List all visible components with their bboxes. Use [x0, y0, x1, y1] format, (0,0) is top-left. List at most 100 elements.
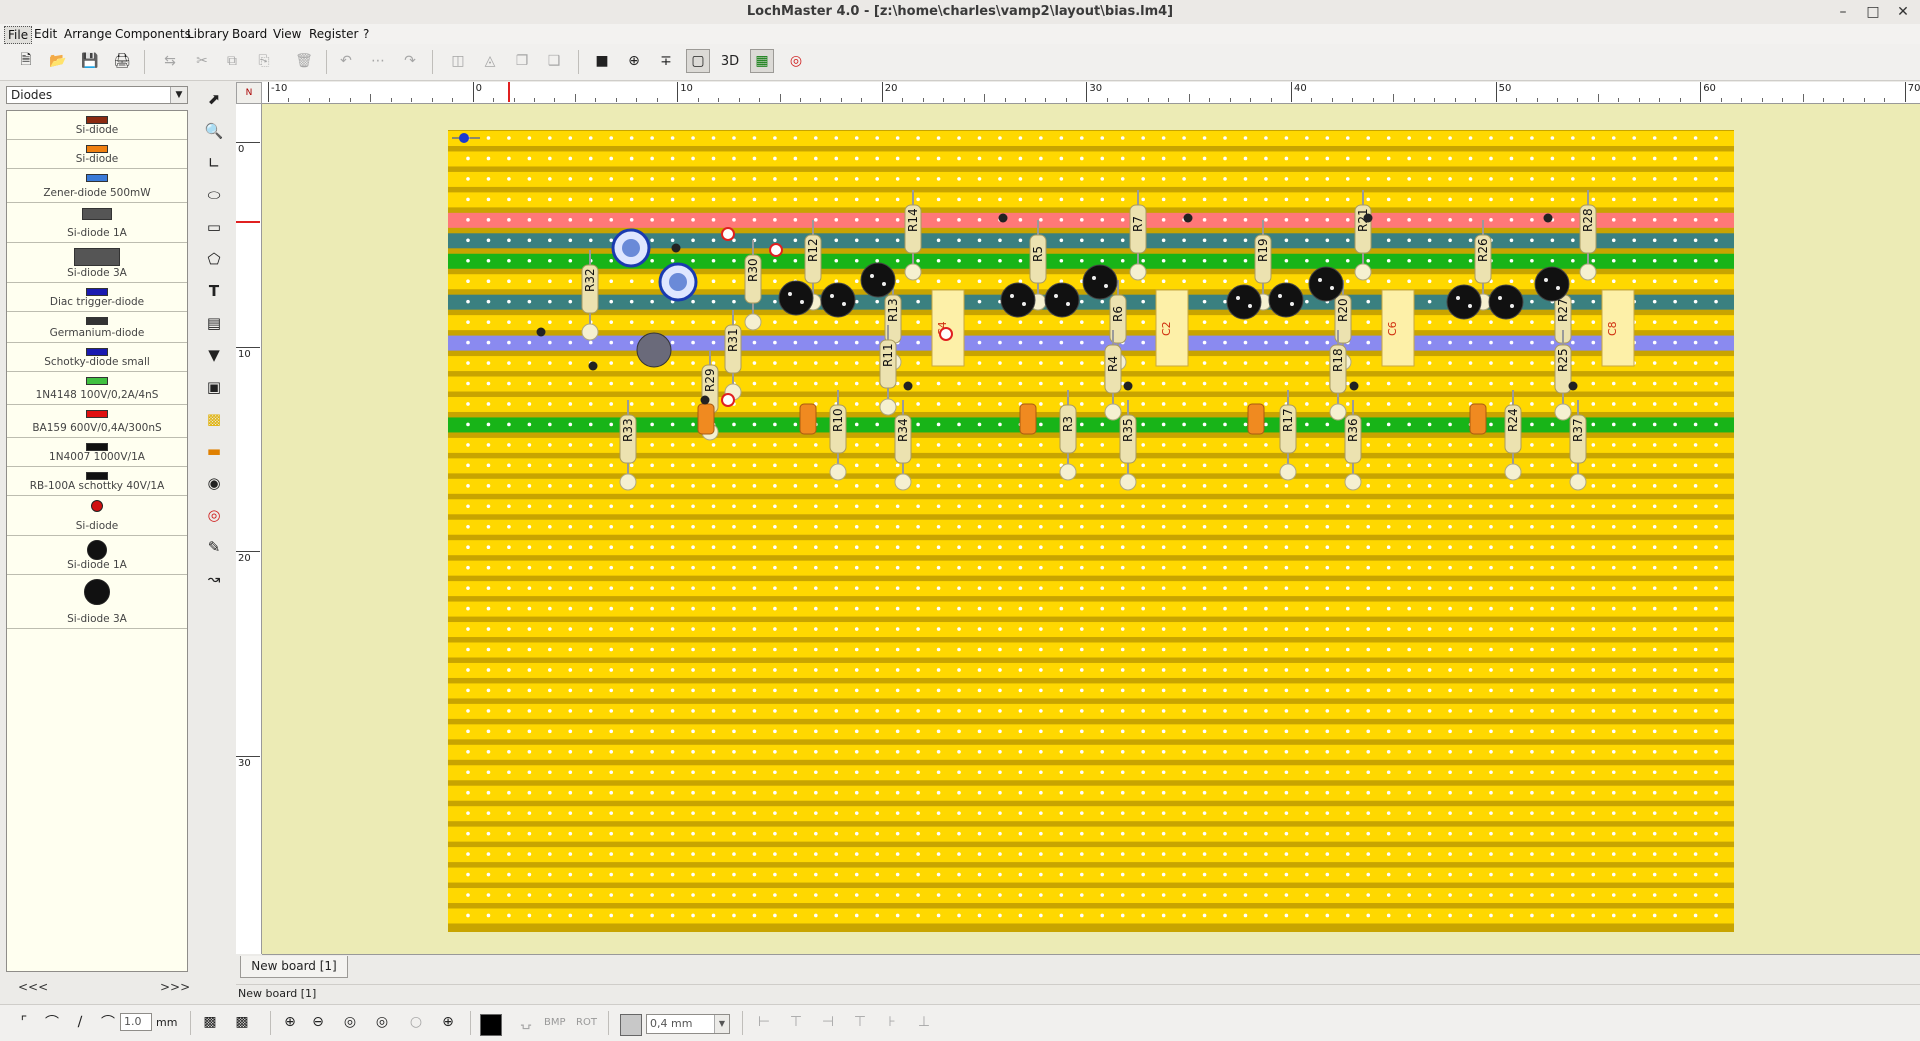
- globe-icon[interactable]: ◉: [201, 470, 227, 496]
- library-item-d3[interactable]: Zener-diode 500mW: [7, 169, 187, 203]
- cut-icon[interactable]: ✂: [190, 49, 214, 73]
- line-width-input[interactable]: 1.0: [120, 1013, 152, 1031]
- library-item-d8[interactable]: Schotky-diode small: [7, 343, 187, 372]
- menu-view[interactable]: View: [270, 26, 304, 42]
- library-prev-button[interactable]: <<<: [18, 980, 48, 994]
- menu-edit[interactable]: Edit: [31, 26, 60, 42]
- layout-canvas[interactable]: R32 R30 R31 R29 R33 R12 R13 R14 R11 R10 R34 R5 R6 R7 R…: [262, 104, 1920, 955]
- stripboard-graphics[interactable]: R32 R30R31R29R33R12R13R14R11R10 R34R5R6R7R…: [448, 130, 1734, 932]
- align-top-icon[interactable]: ⊤: [848, 1010, 872, 1034]
- polygon-icon[interactable]: ⬠: [201, 246, 227, 272]
- ellipse-icon[interactable]: ⬭: [201, 182, 227, 208]
- fill-swatch[interactable]: [620, 1014, 642, 1036]
- grid-size-select[interactable]: 0,4 mm ▼: [646, 1014, 730, 1034]
- pad-icon[interactable]: ▩: [201, 406, 227, 432]
- category-select[interactable]: Diodes ▼: [6, 86, 188, 104]
- align-right-icon[interactable]: ⊣: [816, 1010, 840, 1034]
- dots-icon[interactable]: ⋯: [366, 49, 390, 73]
- tab-new-board[interactable]: New board [1]: [240, 956, 348, 978]
- library-item-d12[interactable]: RB-100A schottky 40V/1A: [7, 467, 187, 496]
- menu-library[interactable]: Library: [184, 26, 232, 42]
- line-diagonal-icon[interactable]: ∕: [68, 1010, 92, 1034]
- align-center-icon[interactable]: ⊤: [784, 1010, 808, 1034]
- zoom-fit-icon[interactable]: ◎: [338, 1010, 362, 1034]
- 3d-view-button[interactable]: 3D: [718, 49, 742, 73]
- menu-register[interactable]: Register: [306, 26, 361, 42]
- snap-icon[interactable]: ▩: [198, 1010, 222, 1034]
- measure-icon[interactable]: ↝: [201, 566, 227, 592]
- align-left-icon[interactable]: ⊢: [752, 1010, 776, 1034]
- mirror-icon[interactable]: ⇆: [158, 49, 182, 73]
- library-item-d7[interactable]: Germanium-diode: [7, 312, 187, 343]
- library-item-d5[interactable]: Si-diode 3A: [7, 243, 187, 283]
- line-round-icon[interactable]: ⌒: [40, 1010, 64, 1034]
- zoom-out-icon[interactable]: ⊖: [306, 1010, 330, 1034]
- rotate-icon[interactable]: ⊕: [622, 49, 646, 73]
- ruler-corner[interactable]: N: [236, 82, 262, 104]
- delete-icon[interactable]: 🗑: [292, 49, 316, 73]
- restore-button[interactable]: □: [1860, 2, 1886, 22]
- ungroup-icon[interactable]: ◬: [478, 49, 502, 73]
- menu-board[interactable]: Board: [229, 26, 270, 42]
- bridge-icon[interactable]: ▤: [201, 310, 227, 336]
- image-cursor-icon[interactable]: ⍽: [514, 1010, 538, 1034]
- stripboard[interactable]: R32 R30 R31 R29 R33 R12 R13 R14 R11 R10 R34 R5 R6 R7 R…: [448, 130, 1734, 932]
- pencil-icon[interactable]: ✎: [201, 534, 227, 560]
- to-front-icon[interactable]: ❐: [510, 49, 534, 73]
- trace-icon[interactable]: ▣: [201, 374, 227, 400]
- pointer-icon[interactable]: ⬈: [201, 86, 227, 112]
- group-icon[interactable]: ◫: [446, 49, 470, 73]
- grid-view-icon[interactable]: ▦: [750, 49, 774, 73]
- library-next-button[interactable]: >>>: [160, 980, 190, 994]
- minimize-button[interactable]: –: [1830, 2, 1856, 22]
- zoom-icon[interactable]: 🔍: [201, 118, 227, 144]
- zoom-in-icon[interactable]: ⊕: [278, 1010, 302, 1034]
- rectangle-icon[interactable]: ▭: [201, 214, 227, 240]
- library-item-d10[interactable]: BA159 600V/0,4A/300nS: [7, 405, 187, 438]
- chevron-down-icon[interactable]: ▼: [714, 1015, 729, 1033]
- target-icon[interactable]: ◎: [784, 49, 808, 73]
- menu-components[interactable]: Components: [112, 26, 194, 42]
- color-swatch[interactable]: [480, 1014, 502, 1036]
- bmp-button[interactable]: BMP: [544, 1017, 566, 1028]
- line-corner-icon[interactable]: ⌜: [12, 1010, 36, 1034]
- chevron-down-icon[interactable]: ▼: [170, 87, 187, 103]
- library-item-d11[interactable]: 1N4007 1000V/1A: [7, 438, 187, 467]
- library-item-d2[interactable]: Si-diode: [7, 140, 187, 169]
- paste-icon[interactable]: ⎘: [252, 49, 276, 73]
- component-view-icon[interactable]: ▢: [686, 49, 710, 73]
- wire-icon[interactable]: ∓: [654, 49, 678, 73]
- contact-icon[interactable]: ◎: [201, 502, 227, 528]
- polyline-icon[interactable]: ∟: [201, 150, 227, 176]
- print-icon[interactable]: 🖨: [110, 49, 134, 73]
- text-icon[interactable]: T: [201, 278, 227, 304]
- menu-arrange[interactable]: Arrange: [61, 26, 115, 42]
- open-folder-icon[interactable]: 📂: [46, 49, 70, 73]
- library-item-d4[interactable]: Si-diode 1A: [7, 203, 187, 243]
- align-middle-icon[interactable]: ⊦: [880, 1010, 904, 1034]
- redo-icon[interactable]: ↷: [398, 49, 422, 73]
- close-button[interactable]: ✕: [1890, 2, 1916, 22]
- line-arc-icon[interactable]: ⌒: [96, 1010, 120, 1034]
- zoom-select-icon[interactable]: ⊕: [436, 1010, 460, 1034]
- strip-icon[interactable]: ▬: [201, 438, 227, 464]
- snap-grid-icon[interactable]: ▩: [230, 1010, 254, 1034]
- undo-icon[interactable]: ↶: [334, 49, 358, 73]
- new-file-icon[interactable]: 🗎: [14, 49, 38, 73]
- save-icon[interactable]: 💾: [78, 49, 102, 73]
- zoom-prev-icon[interactable]: ○: [404, 1010, 428, 1034]
- menu-help[interactable]: ?: [360, 26, 372, 42]
- library-item-d6[interactable]: Diac trigger-diode: [7, 283, 187, 312]
- library-item-d9[interactable]: 1N4148 100V/0,2A/4nS: [7, 372, 187, 405]
- zoom-all-icon[interactable]: ◎: [370, 1010, 394, 1034]
- to-back-icon[interactable]: ❑: [542, 49, 566, 73]
- strip-cut-icon[interactable]: ■: [590, 49, 614, 73]
- solder-icon[interactable]: ▼: [201, 342, 227, 368]
- library-item-d13[interactable]: Si-diode: [7, 496, 187, 536]
- rot-button[interactable]: ROT: [576, 1017, 597, 1028]
- library-item-d15[interactable]: Si-diode 3A: [7, 575, 187, 629]
- menu-file[interactable]: File: [4, 26, 33, 44]
- library-item-d1[interactable]: Si-diode: [7, 111, 187, 140]
- align-bottom-icon[interactable]: ⊥: [912, 1010, 936, 1034]
- copy-icon[interactable]: ⧉: [220, 49, 244, 73]
